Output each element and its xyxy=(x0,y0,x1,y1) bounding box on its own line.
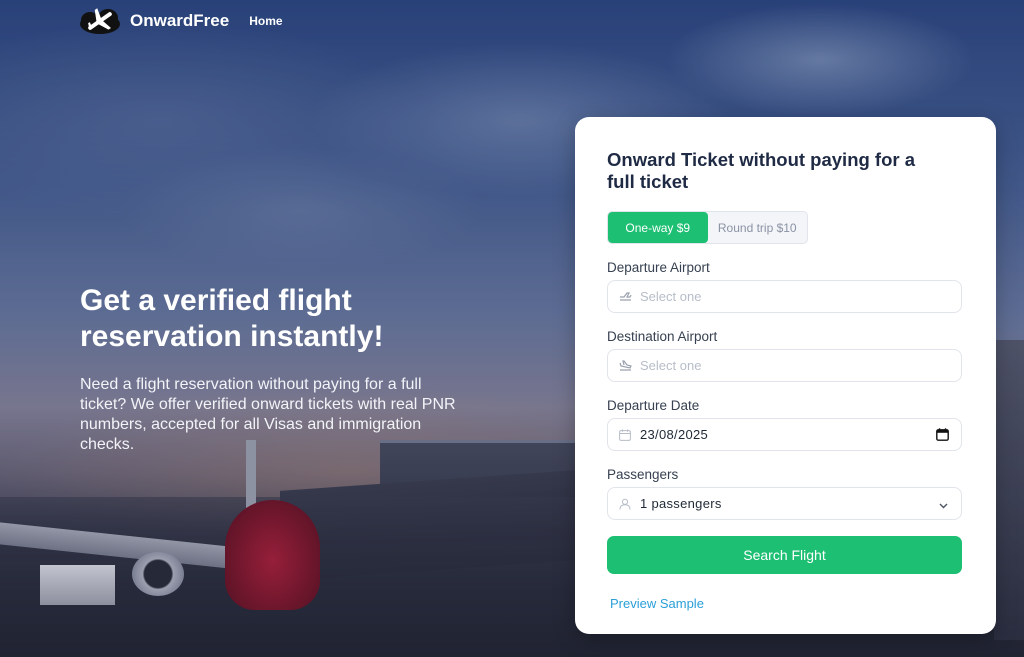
destination-airport-label: Destination Airport xyxy=(607,329,718,344)
preview-sample-link[interactable]: Preview Sample xyxy=(610,596,704,611)
round-trip-option[interactable]: Round trip $10 xyxy=(708,212,808,243)
nav-home-link[interactable]: Home xyxy=(249,14,282,28)
brand-name[interactable]: OnwardFree xyxy=(130,11,229,31)
hero-title: Get a verified flight reservation instan… xyxy=(80,284,384,353)
one-way-option[interactable]: One-way $9 xyxy=(608,212,708,243)
chevron-down-icon xyxy=(938,498,949,516)
user-icon xyxy=(618,497,632,511)
departure-airport-select[interactable]: Select one xyxy=(607,280,962,313)
passengers-label: Passengers xyxy=(607,467,679,482)
date-picker-icon[interactable] xyxy=(936,428,949,446)
destination-airport-placeholder: Select one xyxy=(640,358,702,373)
passengers-value: 1 passengers xyxy=(640,496,722,511)
plane-landing-icon xyxy=(618,359,632,373)
passengers-select[interactable]: 1 passengers xyxy=(607,487,962,520)
search-flight-button[interactable]: Search Flight xyxy=(607,536,962,574)
form-title: Onward Ticket without paying for a full … xyxy=(607,149,916,192)
destination-airport-select[interactable]: Select one xyxy=(607,349,962,382)
plane-takeoff-icon xyxy=(618,290,632,304)
departure-date-label: Departure Date xyxy=(607,398,700,413)
top-navbar: OnwardFree Home xyxy=(78,6,283,36)
calendar-icon xyxy=(618,428,632,442)
booking-form-card: Onward Ticket without paying for a full … xyxy=(575,117,996,634)
departure-date-value: 23/08/2025 xyxy=(640,427,709,442)
departure-airport-label: Departure Airport xyxy=(607,260,710,275)
hero-section: Get a verified flight reservation instan… xyxy=(80,283,470,455)
trip-type-toggle: One-way $9 Round trip $10 xyxy=(607,211,808,244)
hero-description: Need a flight reservation without paying… xyxy=(80,376,456,453)
departure-date-input[interactable]: 23/08/2025 xyxy=(607,418,962,451)
departure-airport-placeholder: Select one xyxy=(640,289,702,304)
brand-logo-icon[interactable] xyxy=(78,6,122,36)
